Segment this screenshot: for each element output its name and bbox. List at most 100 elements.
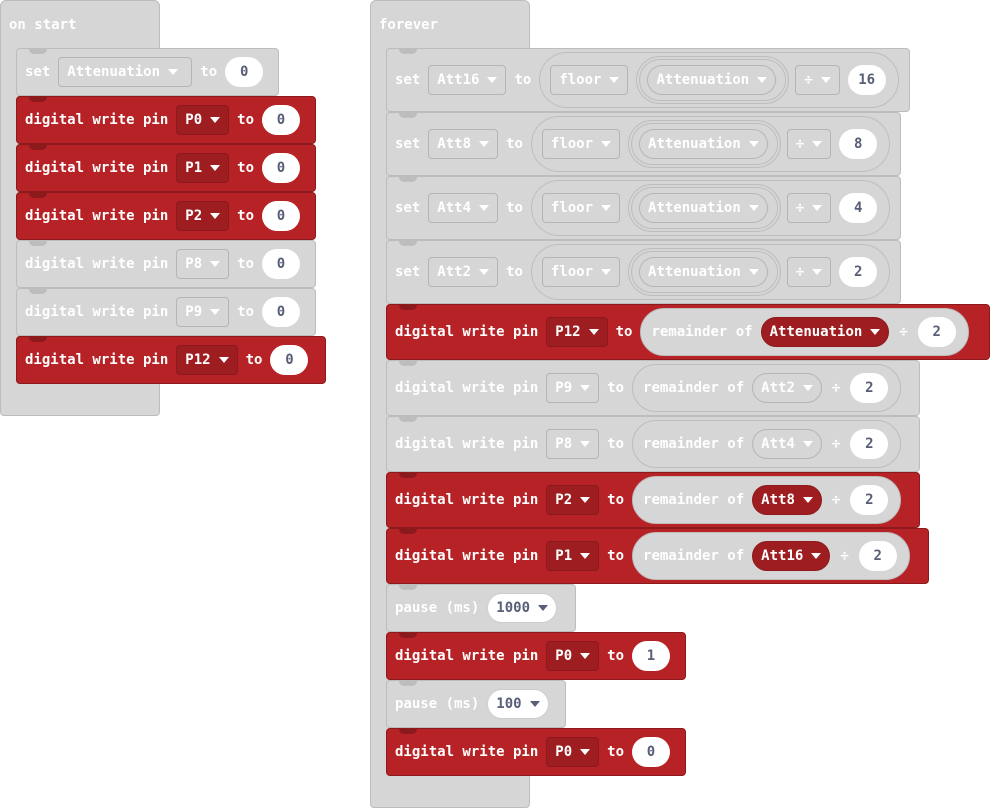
pin-dropdown[interactable]: P0 bbox=[546, 737, 600, 767]
operator-dropdown[interactable]: ÷ bbox=[795, 65, 840, 95]
pause-block[interactable]: pause (ms) 1000 bbox=[386, 584, 576, 632]
pin-dropdown[interactable]: P2 bbox=[546, 485, 600, 515]
variable-dropdown[interactable]: Att4 bbox=[428, 193, 499, 223]
variable-name: Attenuation bbox=[648, 200, 741, 216]
floor-expression[interactable]: floor Attenuation ÷ 16 bbox=[539, 52, 899, 108]
pause-block[interactable]: pause (ms) 100 bbox=[386, 680, 566, 728]
division-expression[interactable]: Attenuation bbox=[628, 248, 781, 296]
to-keyword: to bbox=[607, 436, 625, 452]
value-input[interactable]: 0 bbox=[270, 345, 309, 375]
set-variable-block[interactable]: set Att8 to floor Attenuation ÷ 8 bbox=[386, 112, 901, 176]
pin-dropdown[interactable]: P9 bbox=[546, 373, 600, 403]
math-function-dropdown[interactable]: floor bbox=[541, 257, 621, 287]
pause-duration-dropdown[interactable]: 1000 bbox=[487, 593, 558, 623]
digital-write-block[interactable]: digital write pin P0 to 0 bbox=[16, 96, 316, 144]
set-variable-block[interactable]: set Att2 to floor Attenuation ÷ 2 bbox=[386, 240, 901, 304]
digital-write-block[interactable]: digital write pin P2 to 0 bbox=[16, 192, 316, 240]
variable-dropdown[interactable]: Attenuation bbox=[639, 257, 768, 287]
variable-name: Attenuation bbox=[769, 324, 863, 340]
math-function-dropdown[interactable]: floor bbox=[550, 65, 629, 95]
math-function-dropdown[interactable]: floor bbox=[541, 129, 621, 159]
digital-write-remainder-block[interactable]: digital write pin P2 to remainder of Att… bbox=[386, 472, 920, 528]
digital-write-label: digital write pin bbox=[25, 160, 169, 176]
variable-dropdown[interactable]: Attenuation bbox=[647, 65, 777, 95]
variable-dropdown[interactable]: Att4 bbox=[752, 429, 822, 459]
digital-write-block[interactable]: digital write pin P0 to 0 bbox=[386, 728, 686, 776]
division-expression[interactable]: Attenuation bbox=[636, 56, 790, 104]
divisor-input[interactable]: 2 bbox=[917, 317, 956, 347]
operator-dropdown[interactable]: ÷ bbox=[786, 193, 832, 223]
value-input[interactable]: 0 bbox=[632, 737, 671, 767]
remainder-expression[interactable]: remainder of Att2 ÷ 2 bbox=[632, 364, 902, 412]
digital-write-remainder-block-disabled[interactable]: digital write pin P9 to remainder of Att… bbox=[386, 360, 920, 416]
value-input[interactable]: 1 bbox=[632, 641, 671, 671]
set-variable-block[interactable]: set Att16 to floor Attenuation ÷ 16 bbox=[386, 48, 910, 112]
floor-expression[interactable]: floor Attenuation ÷ 4 bbox=[530, 180, 891, 236]
division-expression[interactable]: Attenuation bbox=[628, 184, 781, 232]
pin-dropdown[interactable]: P0 bbox=[176, 105, 230, 135]
divisor-input[interactable]: 2 bbox=[850, 373, 889, 403]
divisor-input[interactable]: 2 bbox=[858, 541, 897, 571]
digital-write-remainder-block[interactable]: digital write pin P12 to remainder of At… bbox=[386, 304, 990, 360]
divisor-input[interactable]: 16 bbox=[847, 65, 886, 95]
remainder-expression[interactable]: remainder of Attenuation ÷ 2 bbox=[640, 308, 969, 356]
divisor-input[interactable]: 4 bbox=[839, 193, 878, 223]
set-variable-block[interactable]: set Att4 to floor Attenuation ÷ 4 bbox=[386, 176, 901, 240]
digital-write-block-disabled[interactable]: digital write pin P8 to 0 bbox=[16, 240, 316, 288]
digital-write-block[interactable]: digital write pin P0 to 1 bbox=[386, 632, 686, 680]
value-input[interactable]: 0 bbox=[262, 249, 301, 279]
variable-dropdown[interactable]: Att2 bbox=[428, 257, 499, 287]
set-attenuation-block[interactable]: set Attenuation to 0 bbox=[16, 48, 279, 96]
floor-expression[interactable]: floor Attenuation ÷ 8 bbox=[530, 116, 891, 172]
math-function-dropdown[interactable]: floor bbox=[541, 193, 621, 223]
pin-dropdown[interactable]: P9 bbox=[176, 297, 230, 327]
division-expression[interactable]: Attenuation bbox=[628, 120, 781, 168]
variable-dropdown[interactable]: Attenuation bbox=[58, 57, 193, 87]
pin-name: P9 bbox=[555, 380, 573, 396]
variable-dropdown[interactable]: Att2 bbox=[752, 373, 822, 403]
digital-write-block[interactable]: digital write pin P1 to 0 bbox=[16, 144, 316, 192]
operator-dropdown[interactable]: ÷ bbox=[786, 257, 832, 287]
chevron-down-icon bbox=[487, 77, 498, 83]
pin-dropdown[interactable]: P1 bbox=[546, 541, 600, 571]
remainder-expression[interactable]: remainder of Att16 ÷ 2 bbox=[632, 532, 910, 580]
divisor-input[interactable]: 8 bbox=[839, 129, 878, 159]
variable-dropdown[interactable]: Attenuation bbox=[639, 193, 768, 223]
pin-dropdown[interactable]: P12 bbox=[176, 345, 238, 375]
digital-write-block-disabled[interactable]: digital write pin P9 to 0 bbox=[16, 288, 316, 336]
variable-dropdown[interactable]: Att16 bbox=[752, 541, 831, 571]
divisor-input[interactable]: 2 bbox=[839, 257, 878, 287]
value-input[interactable]: 0 bbox=[225, 57, 264, 87]
operator-symbol: ÷ bbox=[804, 72, 813, 88]
pin-dropdown[interactable]: P1 bbox=[176, 153, 230, 183]
remainder-expression[interactable]: remainder of Att4 ÷ 2 bbox=[632, 420, 902, 468]
pin-dropdown[interactable]: P2 bbox=[176, 201, 230, 231]
digital-write-remainder-block[interactable]: digital write pin P1 to remainder of Att… bbox=[386, 528, 929, 584]
value-input[interactable]: 0 bbox=[262, 201, 301, 231]
function-name: floor bbox=[550, 200, 594, 216]
divisor-input[interactable]: 2 bbox=[850, 485, 889, 515]
operator-dropdown[interactable]: ÷ bbox=[786, 129, 832, 159]
chevron-down-icon bbox=[529, 701, 540, 707]
variable-dropdown[interactable]: Att16 bbox=[428, 65, 507, 95]
pause-duration-dropdown[interactable]: 100 bbox=[487, 689, 549, 719]
pin-dropdown[interactable]: P8 bbox=[546, 429, 600, 459]
digital-write-block[interactable]: digital write pin P12 to 0 bbox=[16, 336, 326, 384]
pin-dropdown[interactable]: P8 bbox=[176, 249, 230, 279]
pin-dropdown[interactable]: P0 bbox=[546, 641, 600, 671]
variable-name: Att4 bbox=[437, 200, 472, 216]
value-input[interactable]: 0 bbox=[262, 297, 301, 327]
variable-dropdown[interactable]: Att8 bbox=[752, 485, 822, 515]
remainder-expression[interactable]: remainder of Att8 ÷ 2 bbox=[632, 476, 902, 524]
chevron-down-icon bbox=[812, 205, 823, 211]
floor-expression[interactable]: floor Attenuation ÷ 2 bbox=[530, 244, 891, 300]
value-input[interactable]: 0 bbox=[262, 153, 301, 183]
variable-dropdown[interactable]: Attenuation bbox=[639, 129, 768, 159]
value-input[interactable]: 0 bbox=[262, 105, 301, 135]
digital-write-label: digital write pin bbox=[25, 208, 169, 224]
variable-dropdown[interactable]: Attenuation bbox=[760, 317, 890, 347]
pin-dropdown[interactable]: P12 bbox=[546, 317, 608, 347]
digital-write-remainder-block-disabled[interactable]: digital write pin P8 to remainder of Att… bbox=[386, 416, 920, 472]
variable-dropdown[interactable]: Att8 bbox=[428, 129, 499, 159]
divisor-input[interactable]: 2 bbox=[850, 429, 889, 459]
